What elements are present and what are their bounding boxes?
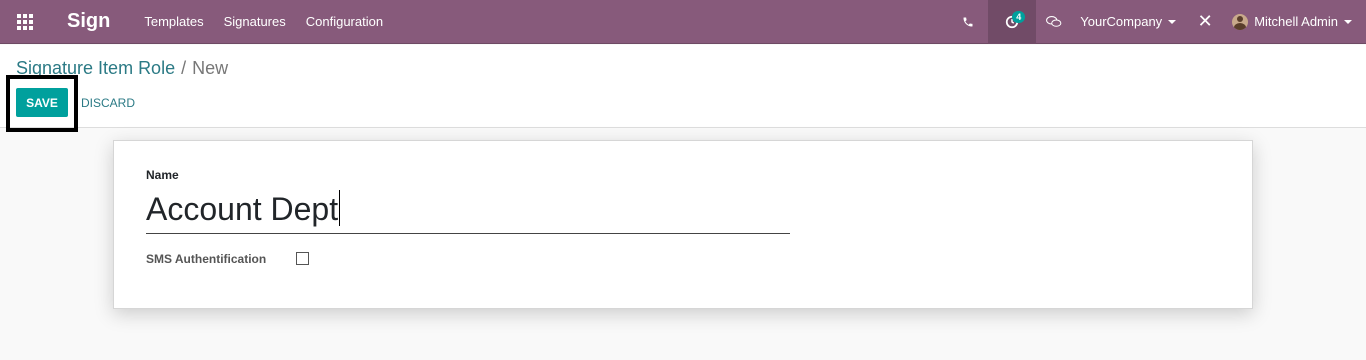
user-menu[interactable]: Mitchell Admin bbox=[1222, 0, 1366, 44]
activities-button[interactable]: 4 bbox=[988, 0, 1037, 44]
text-cursor bbox=[339, 190, 341, 226]
sms-authentification-label: SMS Authentification bbox=[146, 252, 267, 266]
name-input-value: Account Dept bbox=[146, 191, 339, 227]
apps-grid-icon bbox=[17, 13, 33, 30]
control-panel: Signature Item Role / New SAVE DISCARD bbox=[0, 45, 1366, 132]
company-name: YourCompany bbox=[1080, 14, 1163, 29]
chevron-down-icon bbox=[1344, 19, 1352, 24]
systray: 4 YourCompany ✕ Mitchell Admin bbox=[948, 0, 1366, 44]
discard-button[interactable]: DISCARD bbox=[81, 96, 135, 110]
sms-authentification-checkbox[interactable] bbox=[296, 252, 309, 265]
user-avatar bbox=[1232, 13, 1249, 30]
phone-icon bbox=[963, 17, 973, 26]
name-input[interactable]: Account Dept bbox=[146, 189, 790, 234]
save-button[interactable]: SAVE bbox=[16, 88, 68, 117]
phone-button[interactable] bbox=[948, 0, 988, 44]
user-name: Mitchell Admin bbox=[1254, 14, 1338, 29]
activity-count-badge: 4 bbox=[1012, 10, 1026, 23]
menu-item-configuration[interactable]: Configuration bbox=[306, 14, 383, 29]
chevron-down-icon bbox=[1168, 19, 1177, 24]
menu-item-templates[interactable]: Templates bbox=[144, 14, 203, 29]
breadcrumb-separator: / bbox=[181, 58, 187, 78]
chat-bubbles-icon bbox=[1046, 15, 1062, 27]
menu-item-signatures[interactable]: Signatures bbox=[224, 14, 286, 29]
breadcrumb-current: New bbox=[192, 58, 229, 78]
company-switcher[interactable]: YourCompany bbox=[1072, 0, 1188, 44]
debug-tools-button[interactable]: ✕ bbox=[1188, 0, 1222, 44]
form-sheet: Name Account Dept SMS Authentification bbox=[113, 140, 1253, 309]
name-label: Name bbox=[146, 168, 179, 182]
top-navbar: Sign Templates Signatures Configuration … bbox=[0, 0, 1366, 44]
messaging-button[interactable] bbox=[1036, 0, 1072, 44]
debug-tools-icon: ✕ bbox=[1197, 11, 1213, 31]
app-title[interactable]: Sign bbox=[67, 10, 110, 33]
apps-menu-button[interactable] bbox=[0, 0, 50, 44]
